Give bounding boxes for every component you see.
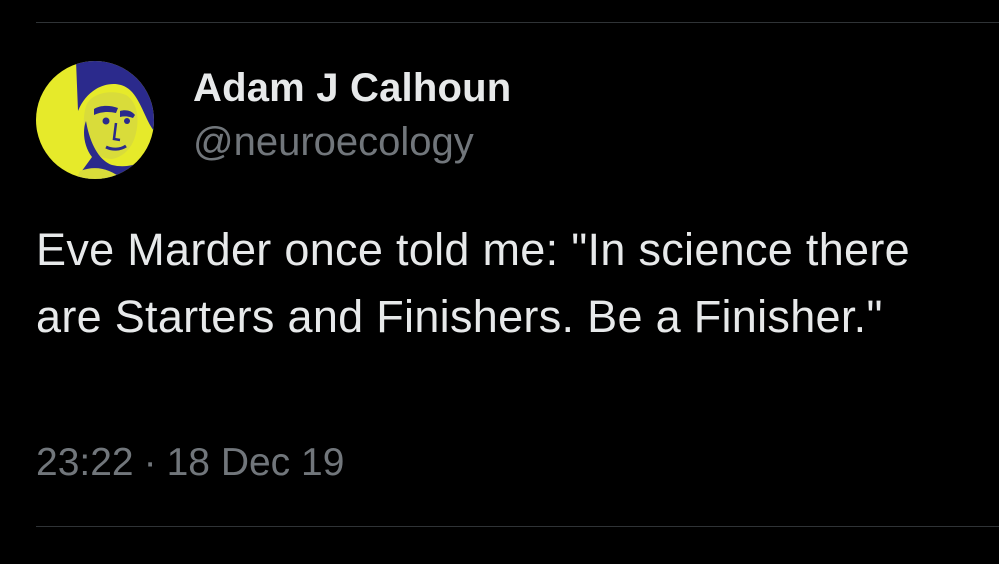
avatar[interactable] [36,61,154,179]
author-handle[interactable]: @neuroecology [193,120,474,165]
profile-photo-icon [36,61,154,179]
timestamp-separator: · [143,441,157,484]
tweet-timestamp[interactable]: 23:22 · 18 Dec 19 [36,441,344,485]
author-display-name[interactable]: Adam J Calhoun [193,66,511,111]
timestamp-time: 23:22 [36,441,134,484]
tweet-text: Eve Marder once told me: "In science the… [36,224,910,342]
top-divider [36,22,999,23]
timestamp-date: 18 Dec 19 [166,441,345,484]
bottom-divider [36,526,999,527]
